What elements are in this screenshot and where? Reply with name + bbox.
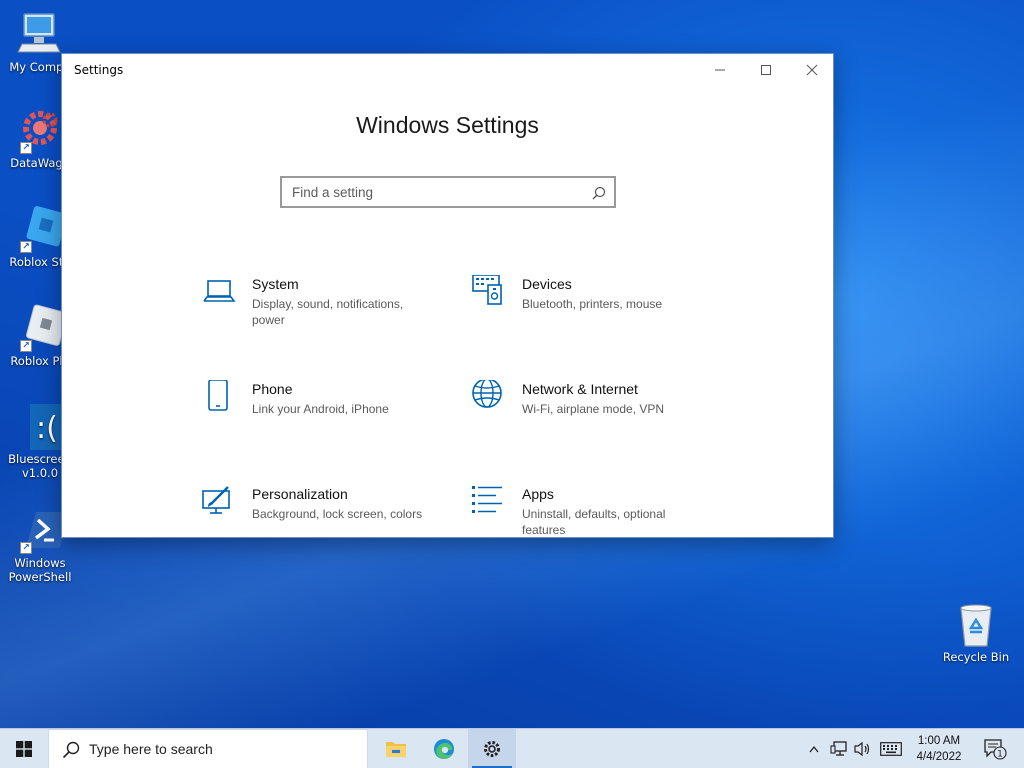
network-status-button[interactable] <box>828 729 850 768</box>
tile-title: Personalization <box>252 486 348 502</box>
paint-brush-icon <box>202 485 236 519</box>
tile-devices[interactable]: Devices Bluetooth, printers, mouse <box>472 274 722 345</box>
tile-description: Link your Android, iPhone <box>252 402 389 416</box>
apps-list-icon <box>472 485 506 519</box>
svg-text::(: :( <box>36 411 58 446</box>
close-icon <box>806 64 818 76</box>
tile-phone[interactable]: Phone Link your Android, iPhone <box>202 379 452 450</box>
page-title: Windows Settings <box>356 112 539 138</box>
roblox-studio-icon: ↗ <box>16 205 67 253</box>
search-input[interactable] <box>282 178 572 206</box>
shortcut-arrow-icon: ↗ <box>20 142 32 154</box>
maximize-button[interactable] <box>743 54 789 86</box>
folder-icon <box>386 742 406 757</box>
show-hidden-icons-button[interactable] <box>806 729 822 768</box>
gear-cluster-icon: ↗ <box>16 106 64 154</box>
minimize-button[interactable] <box>697 54 743 86</box>
tile-title: System <box>252 276 299 292</box>
search-icon[interactable] <box>592 185 606 204</box>
taskbar-clock[interactable]: 1:00 AM 4/4/2022 <box>906 733 972 765</box>
shortcut-arrow-icon: ↗ <box>20 241 32 253</box>
phone-icon <box>202 379 236 414</box>
taskbar: Type here to search 1:00 AM 4/4/2022 1 <box>0 728 1024 768</box>
recycle-bin-icon <box>952 600 1000 648</box>
tile-description: Background, lock screen, colors <box>252 507 423 521</box>
touch-keyboard-button[interactable] <box>878 729 904 768</box>
windows-logo-icon <box>16 741 32 757</box>
network-icon <box>830 741 847 756</box>
tile-description: Uninstall, defaults, optional features <box>522 507 666 537</box>
shortcut-arrow-icon: ↗ <box>20 542 32 554</box>
notification-count: 1 <box>997 750 1003 760</box>
taskbar-edge[interactable] <box>420 729 468 768</box>
title-bar[interactable]: Settings <box>62 54 833 86</box>
taskbar-search-text: Type here to search <box>89 741 213 757</box>
devices-icon <box>472 274 506 309</box>
window-title: Settings <box>74 63 124 77</box>
gear-icon <box>484 741 500 757</box>
notification-icon: 1 <box>984 739 1007 760</box>
taskbar-file-explorer[interactable] <box>372 729 420 768</box>
desktop-icon-label: Recycle Bin <box>942 650 1010 664</box>
tile-system[interactable]: System Display, sound, notifications, po… <box>202 275 452 345</box>
tile-title: Network & Internet <box>522 381 638 397</box>
shortcut-arrow-icon: ↗ <box>20 340 32 352</box>
action-center-button[interactable]: 1 <box>980 729 1010 768</box>
taskbar-search-box[interactable]: Type here to search <box>48 729 368 768</box>
desktop-icon-label: Windows PowerShell <box>8 556 72 584</box>
tile-personalization[interactable]: Personalization Background, lock screen,… <box>202 485 452 555</box>
taskbar-settings[interactable] <box>468 729 516 768</box>
powershell-icon: ↗ <box>16 506 70 554</box>
start-button[interactable] <box>0 729 48 768</box>
tile-description: Bluetooth, printers, mouse <box>522 297 663 311</box>
laptop-icon <box>202 275 236 309</box>
globe-icon <box>472 378 506 414</box>
tile-description: Wi-Fi, airplane mode, VPN <box>522 402 665 416</box>
edge-icon <box>434 739 454 759</box>
settings-window: Settings Windows Settings System Display… <box>61 53 834 538</box>
computer-icon <box>16 10 64 58</box>
chevron-up-icon <box>809 745 819 753</box>
search-icon <box>62 741 80 763</box>
tile-description: Display, sound, notifications, power <box>252 297 404 327</box>
tile-title: Devices <box>522 276 572 292</box>
tile-title: Apps <box>522 486 554 502</box>
speaker-icon <box>854 741 870 757</box>
tile-title: Phone <box>252 381 293 397</box>
search-box[interactable] <box>280 176 616 208</box>
maximize-icon <box>761 65 771 75</box>
desktop-icon-recycle-bin[interactable]: Recycle Bin <box>936 600 1016 664</box>
tile-apps[interactable]: Apps Uninstall, defaults, optional featu… <box>472 485 722 555</box>
roblox-player-icon: ↗ <box>16 304 68 352</box>
close-button[interactable] <box>789 54 835 86</box>
clock-date: 4/4/2022 <box>916 751 962 763</box>
volume-button[interactable] <box>852 729 874 768</box>
keyboard-icon <box>880 742 902 756</box>
clock-time: 1:00 AM <box>917 735 961 747</box>
sad-face-icon: :( <box>16 402 70 450</box>
tile-network-internet[interactable]: Network & Internet Wi-Fi, airplane mode,… <box>472 378 722 450</box>
minimize-icon <box>715 69 725 71</box>
